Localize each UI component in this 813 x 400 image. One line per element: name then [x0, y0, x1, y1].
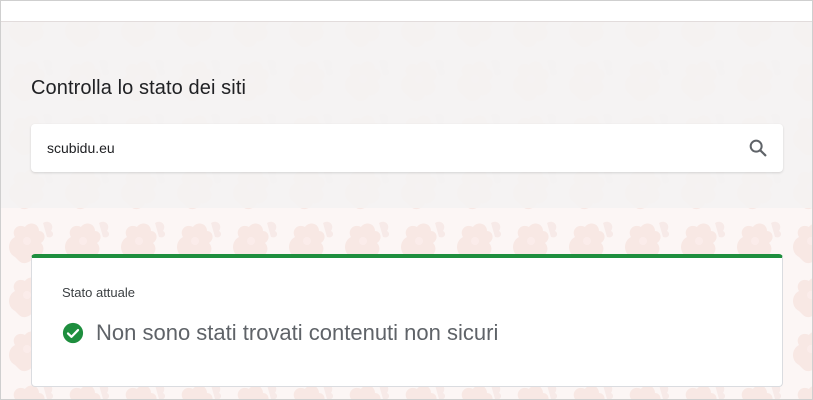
search-icon[interactable] — [747, 137, 769, 159]
status-label: Stato attuale — [62, 285, 135, 300]
page-title: Controlla lo stato dei siti — [31, 77, 247, 99]
check-circle-icon — [62, 322, 84, 344]
top-bar — [1, 1, 812, 22]
search-section — [1, 22, 812, 208]
page-frame: Controlla lo stato dei siti scubidu.eu S… — [0, 0, 813, 400]
search-input[interactable]: scubidu.eu — [31, 124, 783, 172]
search-input-value[interactable]: scubidu.eu — [47, 124, 115, 172]
status-message: Non sono stati trovati contenuti non sic… — [96, 320, 499, 345]
status-row: Non sono stati trovati contenuti non sic… — [62, 320, 498, 346]
status-card: Stato attuale Non sono stati trovati con… — [31, 254, 783, 387]
